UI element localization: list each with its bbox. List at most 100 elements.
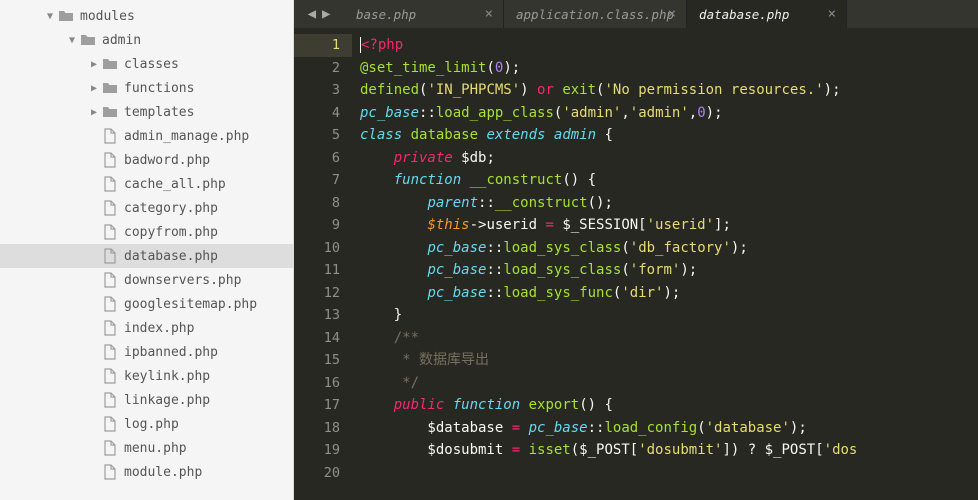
tree-item-label: classes: [124, 57, 179, 72]
code-content[interactable]: <?php@set_time_limit(0);defined('IN_PHPC…: [352, 28, 978, 500]
file-icon: [102, 368, 118, 384]
chevron-right-icon[interactable]: ▶: [88, 107, 100, 118]
line-number: 3: [294, 79, 340, 102]
file-icon: [102, 128, 118, 144]
folder-icon: [80, 32, 96, 48]
nav-back-icon[interactable]: ◀: [308, 6, 316, 22]
file-keylink-php[interactable]: keylink.php: [0, 364, 293, 388]
file-database-php[interactable]: database.php: [0, 244, 293, 268]
code-line[interactable]: function __construct() {: [360, 169, 978, 192]
file-icon: [102, 272, 118, 288]
file-icon: [102, 464, 118, 480]
file-log-php[interactable]: log.php: [0, 412, 293, 436]
folder-modules[interactable]: ▼ modules: [0, 4, 293, 28]
chevron-right-icon[interactable]: ▶: [88, 59, 100, 70]
tree-item-label: module.php: [124, 465, 202, 480]
tree-item-label: linkage.php: [124, 393, 210, 408]
code-line[interactable]: parent::__construct();: [360, 192, 978, 215]
tree-item-label: category.php: [124, 201, 218, 216]
code-line[interactable]: @set_time_limit(0);: [360, 57, 978, 80]
line-number: 14: [294, 327, 340, 350]
file-icon: [102, 248, 118, 264]
tree-item-label: googlesitemap.php: [124, 297, 257, 312]
tab-label: database.php: [699, 7, 789, 22]
tree-item-label: menu.php: [124, 441, 187, 456]
file-downservers-php[interactable]: downservers.php: [0, 268, 293, 292]
file-copyfrom-php[interactable]: copyfrom.php: [0, 220, 293, 244]
file-icon: [102, 320, 118, 336]
file-icon: [102, 392, 118, 408]
code-line[interactable]: pc_base::load_sys_class('db_factory');: [360, 237, 978, 260]
file-tree-sidebar[interactable]: ▼modules▼admin▶classes▶functions▶templat…: [0, 0, 294, 500]
code-area[interactable]: 1234567891011121314151617181920 <?php@se…: [294, 28, 978, 500]
file-linkage-php[interactable]: linkage.php: [0, 388, 293, 412]
line-number: 4: [294, 102, 340, 125]
tree-item-label: copyfrom.php: [124, 225, 218, 240]
chevron-down-icon[interactable]: ▼: [44, 11, 56, 22]
tree-item-label: cache_all.php: [124, 177, 226, 192]
file-category-php[interactable]: category.php: [0, 196, 293, 220]
tree-item-label: log.php: [124, 417, 179, 432]
code-line[interactable]: * 数据库导出: [360, 349, 978, 372]
close-icon[interactable]: ×: [668, 6, 676, 22]
chevron-right-icon[interactable]: ▶: [88, 83, 100, 94]
close-icon[interactable]: ×: [828, 6, 836, 22]
line-number: 19: [294, 439, 340, 462]
tab-application-class-php[interactable]: application.class.php×: [504, 0, 687, 28]
file-menu-php[interactable]: menu.php: [0, 436, 293, 460]
tree-item-label: modules: [80, 9, 135, 24]
folder-functions[interactable]: ▶ functions: [0, 76, 293, 100]
tree-item-label: keylink.php: [124, 369, 210, 384]
line-number: 6: [294, 147, 340, 170]
code-line[interactable]: defined('IN_PHPCMS') or exit('No permiss…: [360, 79, 978, 102]
file-ipbanned-php[interactable]: ipbanned.php: [0, 340, 293, 364]
tab-database-php[interactable]: database.php ×: [687, 0, 847, 28]
file-module-php[interactable]: module.php: [0, 460, 293, 484]
line-number: 16: [294, 372, 340, 395]
code-line[interactable]: pc_base::load_sys_class('form');: [360, 259, 978, 282]
code-line[interactable]: $database = pc_base::load_config('databa…: [360, 417, 978, 440]
nav-forward-icon[interactable]: ▶: [322, 6, 330, 22]
folder-templates[interactable]: ▶templates: [0, 100, 293, 124]
tree-item-label: index.php: [124, 321, 194, 336]
code-line[interactable]: private $db;: [360, 147, 978, 170]
folder-classes[interactable]: ▶ classes: [0, 52, 293, 76]
tree-item-label: database.php: [124, 249, 218, 264]
line-number: 9: [294, 214, 340, 237]
file-admin_manage-php[interactable]: admin_manage.php: [0, 124, 293, 148]
folder-icon: [58, 8, 74, 24]
line-number: 11: [294, 259, 340, 282]
tab-base-php[interactable]: base.php ×: [344, 0, 504, 28]
code-line[interactable]: }: [360, 304, 978, 327]
file-badword-php[interactable]: badword.php: [0, 148, 293, 172]
code-line[interactable]: /**: [360, 327, 978, 350]
code-line[interactable]: $this->userid = $_SESSION['userid'];: [360, 214, 978, 237]
code-line[interactable]: class database extends admin {: [360, 124, 978, 147]
file-index-php[interactable]: index.php: [0, 316, 293, 340]
file-icon: [102, 152, 118, 168]
folder-icon: [102, 56, 118, 72]
line-number: 8: [294, 192, 340, 215]
file-cache_all-php[interactable]: cache_all.php: [0, 172, 293, 196]
file-googlesitemap-php[interactable]: googlesitemap.php: [0, 292, 293, 316]
tab-label: base.php: [356, 7, 416, 22]
line-gutter: 1234567891011121314151617181920: [294, 28, 352, 500]
code-line[interactable]: <?php: [360, 34, 978, 57]
folder-admin[interactable]: ▼ admin: [0, 28, 293, 52]
tab-nav-arrows[interactable]: ◀ ▶: [294, 6, 344, 22]
folder-icon: [102, 80, 118, 96]
line-number: 13: [294, 304, 340, 327]
tab-label: application.class.php: [516, 7, 674, 22]
code-line[interactable]: */: [360, 372, 978, 395]
tree-item-label: functions: [124, 81, 194, 96]
code-line[interactable]: pc_base::load_sys_func('dir');: [360, 282, 978, 305]
close-icon[interactable]: ×: [485, 6, 493, 22]
file-icon: [102, 200, 118, 216]
tree-item-label: ipbanned.php: [124, 345, 218, 360]
code-line[interactable]: public function export() {: [360, 394, 978, 417]
file-icon: [102, 224, 118, 240]
code-line[interactable]: pc_base::load_app_class('admin','admin',…: [360, 102, 978, 125]
tree-item-label: admin: [102, 33, 141, 48]
code-line[interactable]: $dosubmit = isset($_POST['dosubmit']) ? …: [360, 439, 978, 462]
chevron-down-icon[interactable]: ▼: [66, 35, 78, 46]
